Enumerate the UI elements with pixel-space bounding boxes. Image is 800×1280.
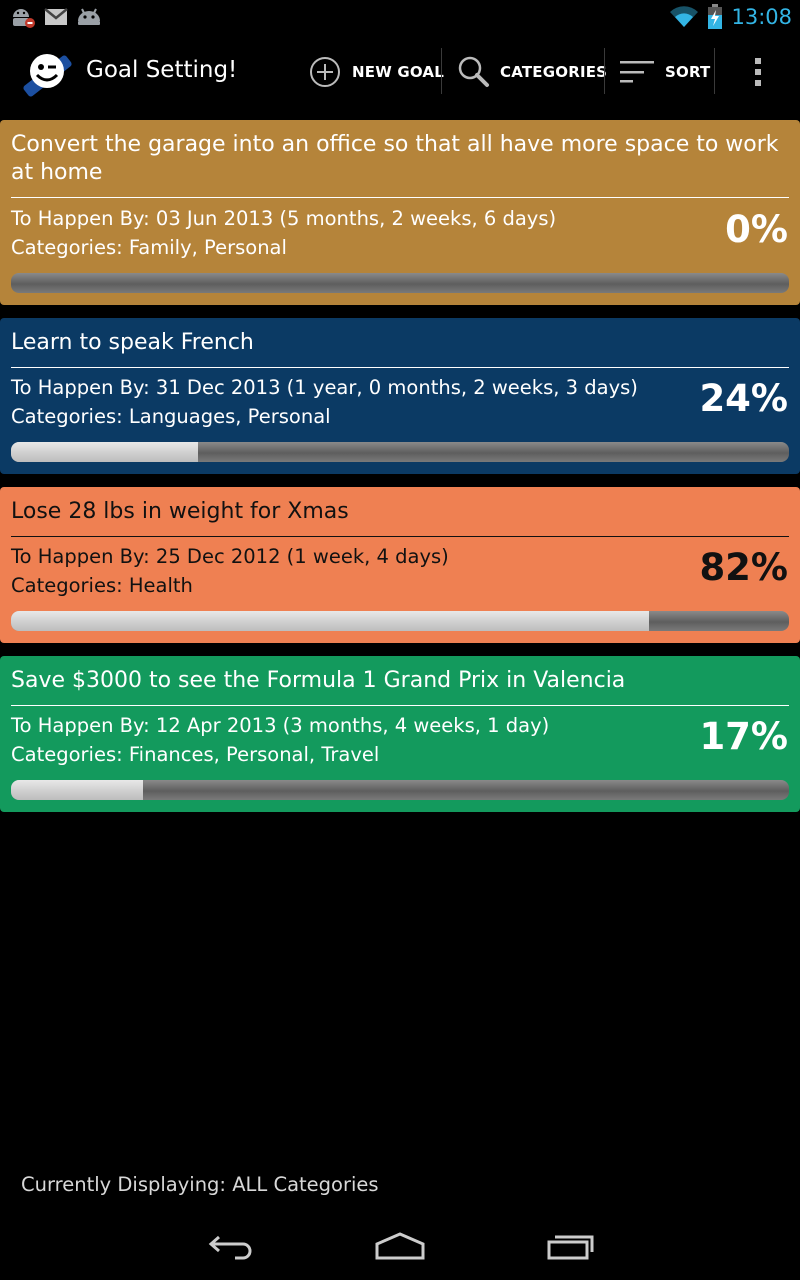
search-icon: [458, 56, 489, 87]
goal-title: Lose 28 lbs in weight for Xmas: [11, 499, 349, 524]
wifi-icon: [670, 6, 699, 28]
goal-percent: 24%: [699, 377, 788, 420]
add-icon: [310, 56, 340, 87]
goal-due-date: To Happen By: 12 Apr 2013 (3 months, 4 w…: [11, 714, 550, 737]
status-bar: 13:08: [0, 0, 800, 33]
goal-divider: [11, 197, 789, 198]
system-icons: 13:08: [669, 4, 792, 30]
android-icon: [78, 8, 100, 25]
action-bar: Goal Setting! NEW GOAL CATEGORIES SORT: [0, 33, 800, 110]
goal-percent: 17%: [699, 715, 788, 758]
recent-apps-icon: [547, 1235, 594, 1260]
action-separator: [441, 48, 442, 94]
sort-icon: [620, 60, 654, 82]
category-filter-status: Currently Displaying: ALL Categories: [21, 1173, 379, 1196]
goal-divider: [11, 367, 789, 368]
categories-button[interactable]: CATEGORIES: [456, 33, 607, 110]
recent-apps-button[interactable]: [541, 1224, 601, 1268]
back-icon: [208, 1235, 252, 1260]
action-separator: [604, 48, 605, 94]
home-icon: [375, 1232, 425, 1260]
goal-categories: Categories: Languages, Personal: [11, 405, 331, 428]
goal-progress-bar: [11, 780, 789, 800]
navigation-bar: [0, 1212, 800, 1280]
home-button[interactable]: [370, 1224, 430, 1268]
new-goal-label: NEW GOAL: [352, 62, 444, 81]
goal-progress-fill: [11, 780, 144, 800]
notification-icons: [10, 6, 102, 28]
goal-percent: 0%: [725, 208, 788, 251]
goal-due-date: To Happen By: 31 Dec 2013 (1 year, 0 mon…: [11, 376, 638, 399]
sort-button[interactable]: SORT: [619, 33, 710, 110]
android-debug-icon: [13, 9, 35, 28]
sort-label: SORT: [665, 62, 711, 81]
goal-title: Learn to speak French: [11, 330, 254, 355]
app-title: Goal Setting!: [86, 57, 238, 83]
goal-card[interactable]: Convert the garage into an office so tha…: [0, 120, 800, 305]
goal-divider: [11, 536, 789, 537]
goal-progress-fill: [11, 611, 649, 631]
goal-categories: Categories: Family, Personal: [11, 236, 287, 259]
overflow-menu-button[interactable]: [745, 33, 771, 110]
clock: 13:08: [731, 5, 792, 29]
goal-categories: Categories: Finances, Personal, Travel: [11, 743, 380, 766]
goal-progress-bar: [11, 273, 789, 293]
goal-progress-fill: [11, 442, 198, 462]
more-vert-icon: [755, 57, 761, 86]
goal-title: Save $3000 to see the Formula 1 Grand Pr…: [11, 668, 626, 693]
new-goal-button[interactable]: NEW GOAL: [308, 33, 444, 110]
goal-due-date: To Happen By: 25 Dec 2012 (1 week, 4 day…: [11, 545, 449, 568]
action-separator: [714, 48, 715, 94]
categories-label: CATEGORIES: [500, 62, 608, 81]
goal-percent: 82%: [699, 546, 788, 589]
goal-due-date: To Happen By: 03 Jun 2013 (5 months, 2 w…: [11, 207, 557, 230]
goal-title: Convert the garage into an office so tha…: [11, 132, 779, 185]
goal-card[interactable]: Learn to speak French To Happen By: 31 D…: [0, 318, 800, 474]
gmail-icon: [44, 8, 68, 25]
goal-divider: [11, 705, 789, 706]
goal-progress-bar: [11, 611, 789, 631]
goal-card[interactable]: Save $3000 to see the Formula 1 Grand Pr…: [0, 656, 800, 812]
goal-card[interactable]: Lose 28 lbs in weight for Xmas To Happen…: [0, 487, 800, 643]
back-button[interactable]: [200, 1224, 260, 1268]
goal-categories: Categories: Health: [11, 574, 193, 597]
battery-charging-icon: [708, 4, 723, 29]
app-logo-icon[interactable]: [16, 39, 80, 103]
goal-progress-bar: [11, 442, 789, 462]
